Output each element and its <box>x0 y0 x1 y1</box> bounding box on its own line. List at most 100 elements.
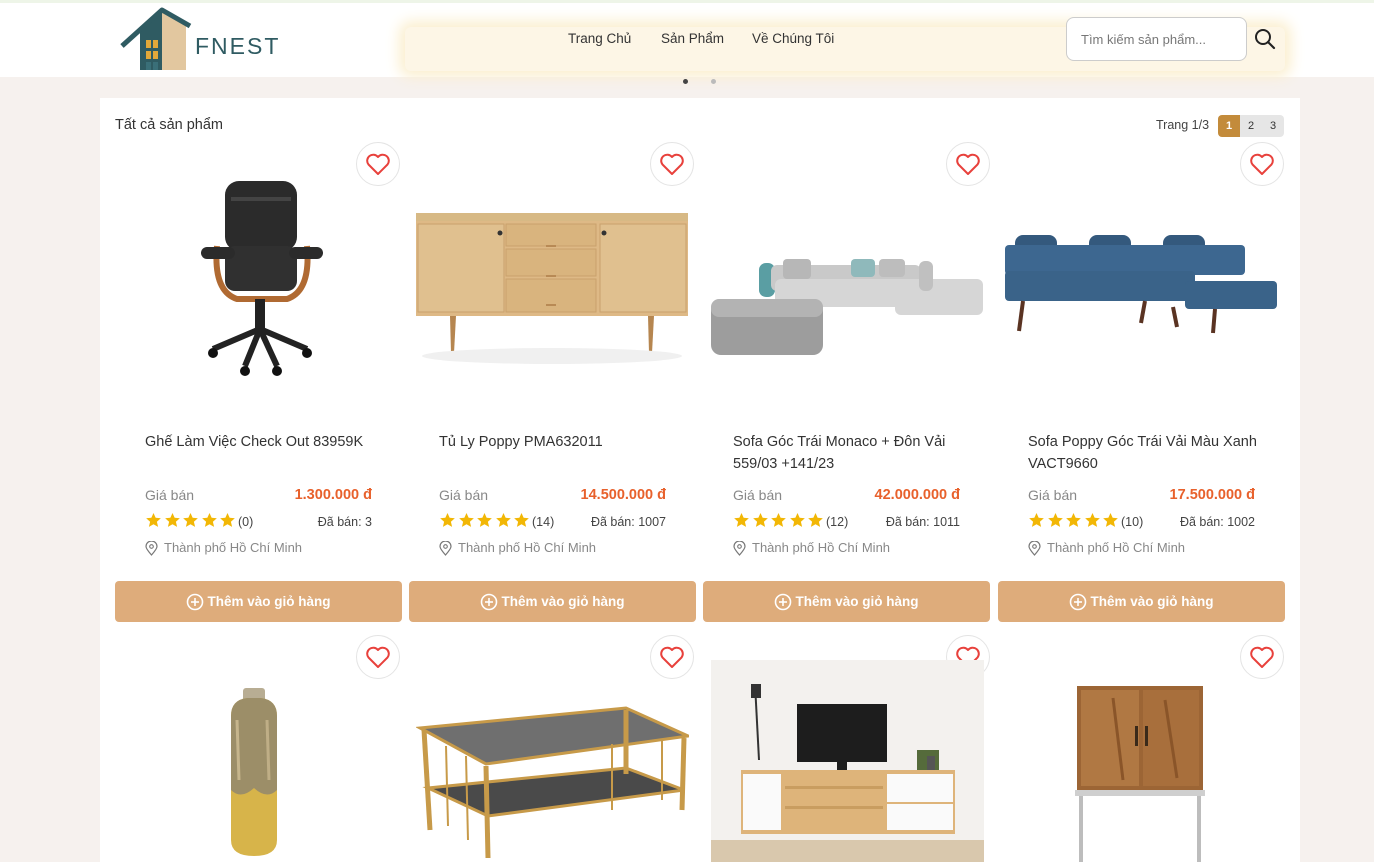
product-image[interactable] <box>1005 660 1278 862</box>
star-icon <box>1047 513 1063 527</box>
section-title: Tất cả sản phẩm <box>115 117 223 133</box>
add-to-cart-label: Thêm vào giỏ hàng <box>795 594 919 609</box>
review-count: (10) <box>1121 515 1144 529</box>
add-to-cart-button[interactable]: Thêm vào giỏ hàng <box>409 581 696 622</box>
wooden-cabinet-image <box>1075 686 1205 862</box>
star-icon <box>1103 513 1119 527</box>
product-card[interactable] <box>115 635 402 862</box>
plus-circle-icon <box>775 593 792 610</box>
carousel-dot-1[interactable] <box>683 79 688 84</box>
product-name[interactable]: Sofa Poppy Góc Trái Vải Màu Xanh VACT966… <box>1028 431 1268 475</box>
review-count: (14) <box>532 515 555 529</box>
price-label: Giá bán <box>145 487 195 503</box>
pagination-label: Trang 1/3 <box>1156 118 1210 132</box>
rating-stars <box>439 512 532 528</box>
location-pin-icon <box>1028 541 1041 556</box>
product-price: 42.000.000 đ <box>874 487 960 503</box>
sold-count: Đã bán: 1007 <box>590 515 666 529</box>
product-card[interactable]: Tủ Ly Poppy PMA632011 Giá bán 14.500.000… <box>409 142 696 623</box>
product-card[interactable] <box>998 635 1285 862</box>
product-image[interactable] <box>1005 161 1278 381</box>
rating-stars <box>733 512 826 528</box>
product-image[interactable] <box>711 660 984 862</box>
product-price: 1.300.000 đ <box>294 487 372 503</box>
carousel-dot-2[interactable] <box>711 79 716 84</box>
location-pin-icon <box>145 541 158 556</box>
search-icon <box>1255 29 1276 50</box>
product-name[interactable]: Tủ Ly Poppy PMA632011 <box>439 431 679 453</box>
price-label: Giá bán <box>1028 487 1078 503</box>
nav-products-link[interactable]: Sản Phẩm <box>661 31 724 46</box>
rating-stars <box>145 512 238 528</box>
nav-home-link[interactable]: Trang Chủ <box>568 31 631 46</box>
price-label: Giá bán <box>733 487 783 503</box>
product-card[interactable] <box>409 635 696 862</box>
star-icon <box>440 513 455 527</box>
star-icon <box>495 513 511 527</box>
product-price: 17.500.000 đ <box>1169 487 1255 503</box>
office-chair-image <box>201 181 323 376</box>
location-pin-icon <box>733 541 746 556</box>
product-name[interactable]: Sofa Góc Trái Monaco + Đôn Vải 559/03 +1… <box>733 431 973 475</box>
nav-about-link[interactable]: Về Chúng Tôi <box>752 31 834 46</box>
product-card[interactable] <box>703 635 990 862</box>
glass-coffee-table-image <box>414 706 694 859</box>
add-to-cart-button[interactable]: Thêm vào giỏ hàng <box>115 581 402 622</box>
page-button-1[interactable]: 1 <box>1218 115 1240 137</box>
add-to-cart-button[interactable]: Thêm vào giỏ hàng <box>998 581 1285 622</box>
sideboard-image <box>416 213 688 364</box>
star-icon <box>1029 513 1044 527</box>
star-icon <box>183 513 199 527</box>
corner-sofa-image <box>711 259 983 355</box>
star-icon <box>789 513 805 527</box>
product-image[interactable] <box>416 161 689 381</box>
location-text: Thành phố Hồ Chí Minh <box>752 540 891 555</box>
vase-image <box>231 688 277 856</box>
plus-circle-icon <box>481 593 498 610</box>
plus-circle-icon <box>1070 593 1087 610</box>
product-image[interactable] <box>127 660 389 862</box>
star-icon <box>220 513 236 527</box>
sold-count: Đã bán: 1011 <box>885 515 960 529</box>
star-icon <box>771 513 787 527</box>
star-icon <box>1066 513 1082 527</box>
star-icon <box>514 513 530 527</box>
star-icon <box>808 513 824 527</box>
product-image[interactable] <box>127 161 389 381</box>
price-label: Giá bán <box>439 487 489 503</box>
product-card[interactable]: Ghế Làm Việc Check Out 83959K Giá bán 1.… <box>115 142 402 623</box>
product-image[interactable] <box>414 660 694 862</box>
star-icon <box>1084 513 1100 527</box>
blue-sofa-image <box>1005 235 1277 334</box>
product-image[interactable] <box>711 161 984 381</box>
add-to-cart-label: Thêm vào giỏ hàng <box>501 594 625 609</box>
review-count: (0) <box>238 515 254 529</box>
add-to-cart-label: Thêm vào giỏ hàng <box>1090 594 1214 609</box>
search-input[interactable] <box>1066 17 1247 61</box>
star-icon <box>458 513 474 527</box>
add-to-cart-label: Thêm vào giỏ hàng <box>207 594 331 609</box>
star-icon <box>201 513 217 527</box>
page-button-2[interactable]: 2 <box>1240 115 1262 137</box>
add-to-cart-button[interactable]: Thêm vào giỏ hàng <box>703 581 990 622</box>
product-name[interactable]: Ghế Làm Việc Check Out 83959K <box>145 431 385 453</box>
product-card[interactable]: Sofa Góc Trái Monaco + Đôn Vải 559/03 +1… <box>703 142 990 623</box>
sold-count: Đã bán: 3 <box>317 515 372 529</box>
star-icon <box>477 513 493 527</box>
location-text: Thành phố Hồ Chí Minh <box>1047 540 1186 555</box>
review-count: (12) <box>826 515 849 529</box>
star-icon <box>752 513 768 527</box>
product-card[interactable]: Sofa Poppy Góc Trái Vải Màu Xanh VACT966… <box>998 142 1285 623</box>
location-text: Thành phố Hồ Chí Minh <box>458 540 597 555</box>
sold-count: Đã bán: 1002 <box>1179 515 1255 529</box>
search-button[interactable] <box>1253 27 1277 51</box>
page-button-3[interactable]: 3 <box>1262 115 1284 137</box>
star-icon <box>146 513 161 527</box>
product-price: 14.500.000 đ <box>580 487 666 503</box>
tv-stand-image <box>711 660 984 862</box>
star-icon <box>164 513 180 527</box>
star-icon <box>734 513 749 527</box>
location-pin-icon <box>439 541 452 556</box>
rating-stars <box>1028 512 1121 528</box>
plus-circle-icon <box>187 593 204 610</box>
